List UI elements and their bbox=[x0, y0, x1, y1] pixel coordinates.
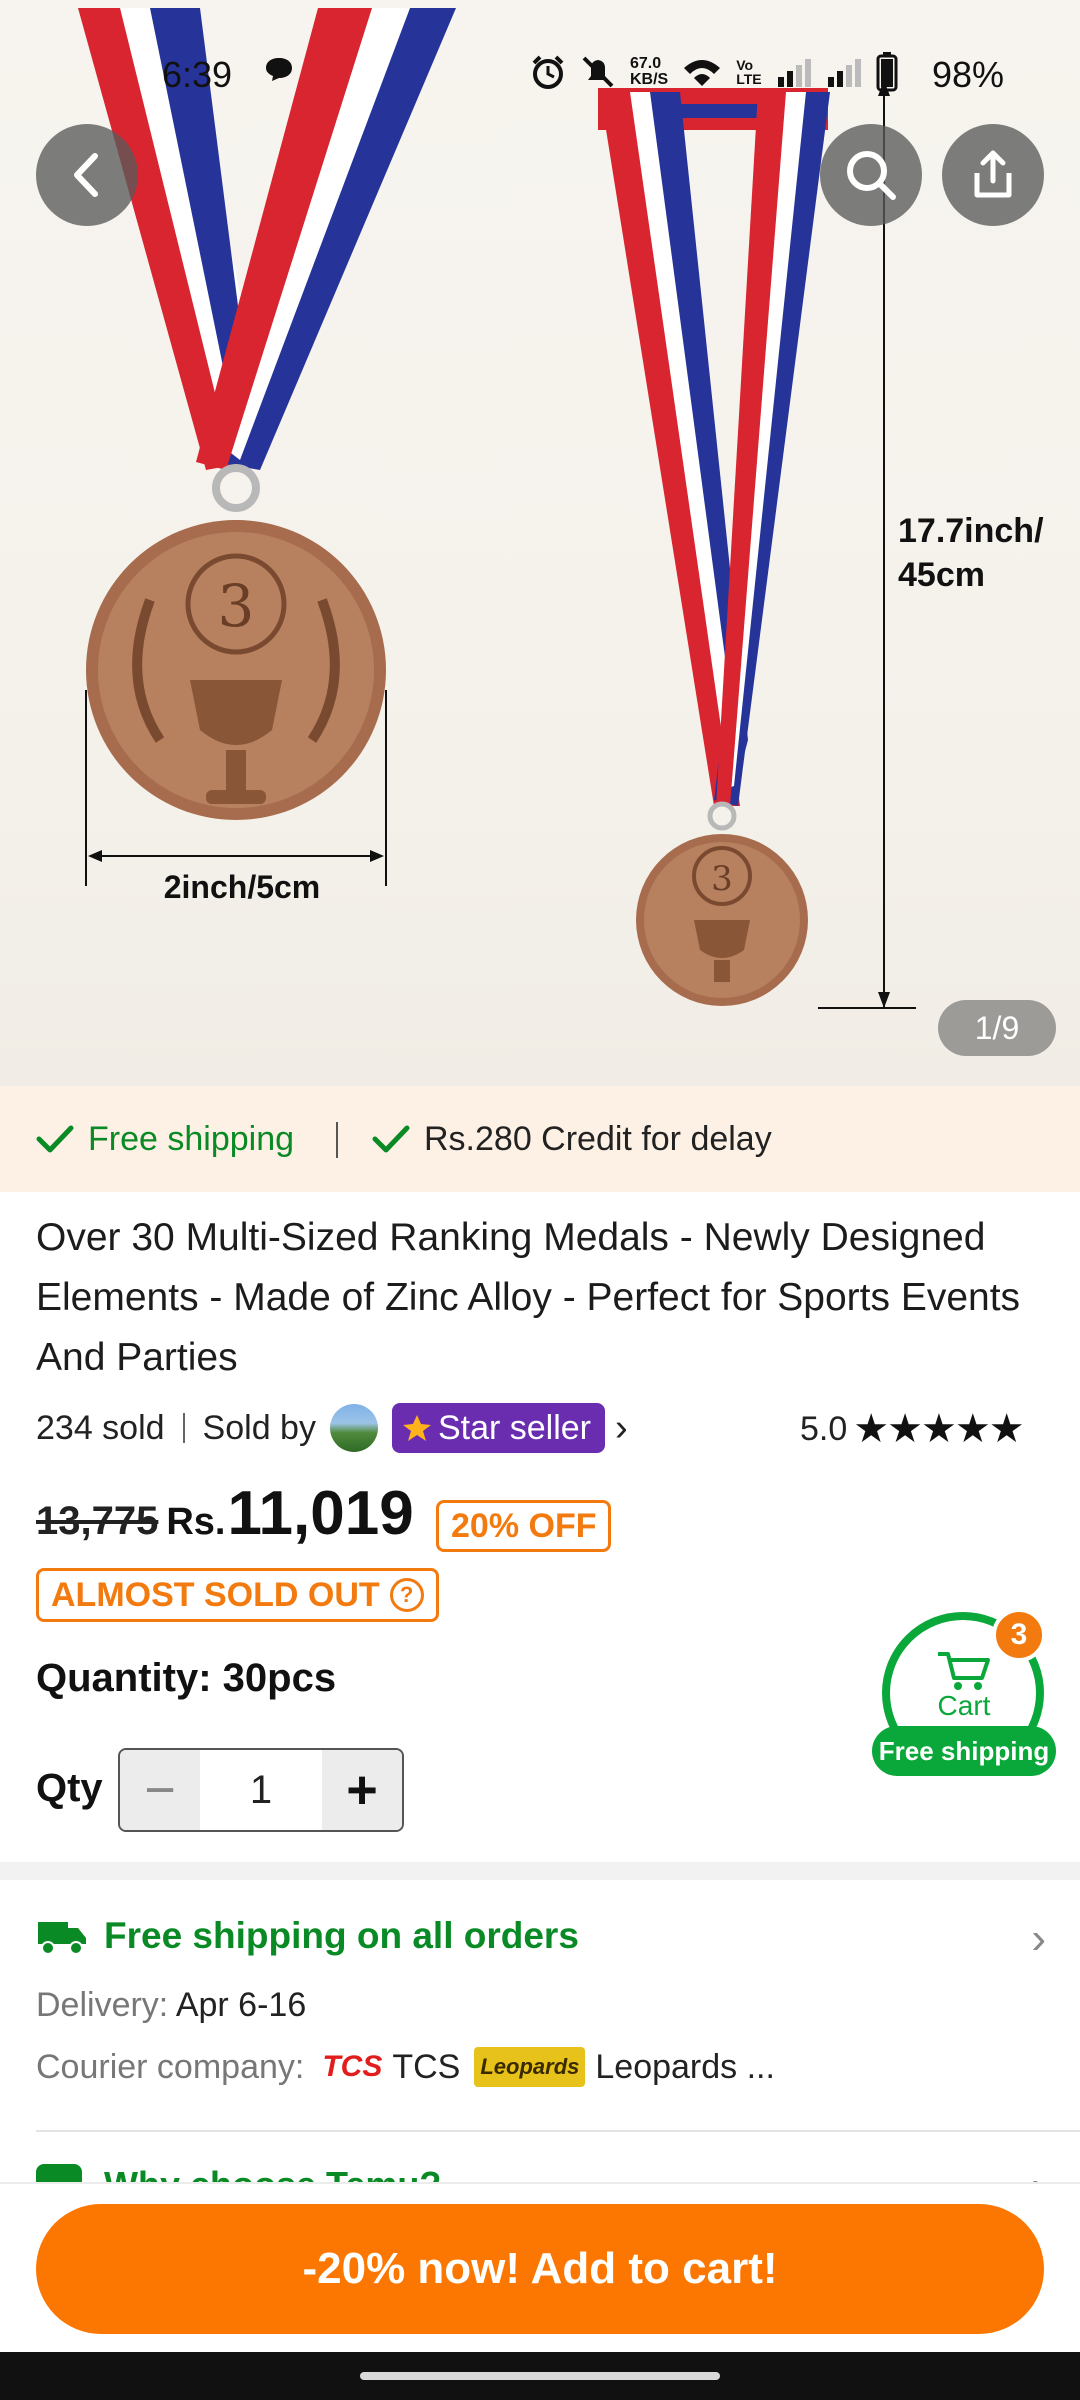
quantity-value[interactable]: 1 bbox=[200, 1750, 322, 1830]
system-navigation-bar bbox=[0, 2352, 1080, 2400]
delay-credit-label: Rs.280 Credit for delay bbox=[424, 1119, 772, 1158]
sold-by-label: Sold by bbox=[202, 1408, 316, 1447]
star-icon bbox=[402, 1415, 431, 1441]
share-icon bbox=[974, 150, 1012, 198]
search-icon bbox=[847, 151, 896, 200]
chat-bubble-icon bbox=[266, 58, 292, 81]
product-rating[interactable]: 5.0 ★★★★★ bbox=[800, 1404, 1025, 1454]
home-gesture-handle[interactable] bbox=[360, 2372, 720, 2380]
free-shipping-all-orders-label: Free shipping on all orders bbox=[104, 1915, 579, 1956]
star-seller-badge[interactable]: Star seller bbox=[391, 1403, 606, 1453]
discount-badge: 20% OFF bbox=[436, 1500, 612, 1552]
height-label-line1: 17.7inch/ bbox=[898, 512, 1044, 550]
why-choose-label: Why choose Temu? bbox=[104, 2164, 441, 2182]
height-label-line2: 45cm bbox=[898, 556, 985, 594]
check-icon bbox=[372, 1125, 410, 1153]
svg-text:3: 3 bbox=[711, 859, 733, 899]
courier-leopards: Leopards ... bbox=[595, 2047, 775, 2086]
shipping-benefits-strip[interactable]: Free shipping Rs.280 Credit for delay bbox=[0, 1086, 1080, 1192]
decrease-quantity-button[interactable]: − bbox=[120, 1750, 200, 1830]
help-icon[interactable]: ? bbox=[389, 1578, 424, 1612]
share-button[interactable] bbox=[942, 124, 1044, 226]
battery-percent: 98% bbox=[932, 54, 1005, 95]
rating-stars: ★★★★★ bbox=[853, 1407, 1024, 1451]
cart-label: Cart bbox=[937, 1690, 991, 1721]
delivery-row: Delivery: Apr 6-16 bbox=[36, 1986, 306, 2025]
free-shipping-all-orders-row[interactable]: Free shipping on all orders › bbox=[36, 1906, 1046, 1966]
why-choose-row[interactable]: Why choose Temu? › bbox=[36, 2158, 1046, 2182]
signal-2-icon bbox=[827, 59, 861, 87]
status-icons: 67.0 KB/S Vo LTE bbox=[530, 50, 898, 94]
network-speed: 67.0 KB/S bbox=[630, 55, 669, 88]
back-button[interactable] bbox=[36, 124, 138, 226]
tcs-logo: TCS bbox=[322, 2050, 383, 2083]
delivery-label: Delivery: bbox=[36, 1986, 169, 2024]
courier-tcs: TCS bbox=[392, 2047, 461, 2086]
almost-sold-out-label: ALMOST SOLD OUT bbox=[51, 1575, 380, 1614]
signal-icon bbox=[777, 59, 811, 87]
search-button[interactable] bbox=[820, 124, 922, 226]
seller-avatar[interactable] bbox=[329, 1404, 378, 1452]
bottom-action-bar: -20% now! Add to cart! bbox=[0, 2182, 1080, 2352]
svg-text:3: 3 bbox=[218, 572, 255, 640]
check-icon bbox=[36, 1125, 74, 1153]
delay-credit-benefit: Rs.280 Credit for delay bbox=[372, 1120, 772, 1159]
chevron-left-icon bbox=[74, 153, 98, 197]
chevron-right-icon: › bbox=[1031, 1914, 1046, 1963]
quantity-stepper[interactable]: − 1 + bbox=[118, 1748, 404, 1832]
alarm-icon bbox=[532, 55, 564, 89]
add-to-cart-button[interactable]: -20% now! Add to cart! bbox=[36, 2204, 1044, 2334]
status-time: 6:39 bbox=[162, 54, 233, 95]
strip-divider bbox=[336, 1122, 338, 1158]
delivery-dates: Apr 6-16 bbox=[175, 1986, 307, 2024]
leopards-logo: Leopards bbox=[474, 2047, 586, 2087]
currency-symbol: Rs. bbox=[166, 1501, 226, 1543]
width-label: 2inch/5cm bbox=[164, 869, 321, 905]
cart-count-badge: 3 bbox=[992, 1608, 1046, 1662]
truck-icon bbox=[38, 1922, 86, 1955]
product-title: Over 30 Multi-Sized Ranking Medals - New… bbox=[36, 1216, 1021, 1379]
courier-row: Courier company: TCS TCS Leopards Leopar… bbox=[36, 2042, 775, 2092]
cart-icon bbox=[938, 1652, 990, 1690]
quantity-pack-label: Quantity: 30pcs bbox=[36, 1656, 337, 1700]
chevron-right-icon: › bbox=[1031, 2162, 1046, 2182]
sold-count: 234 sold bbox=[36, 1408, 165, 1447]
floating-cart-button[interactable]: Cart Free shipping 3 bbox=[872, 1608, 1056, 1778]
sale-price: 11,019 bbox=[227, 1479, 414, 1548]
almost-sold-out-badge[interactable]: ALMOST SOLD OUT ? bbox=[36, 1568, 439, 1622]
rating-value: 5.0 bbox=[800, 1409, 848, 1448]
original-price: 13,775 bbox=[36, 1499, 159, 1543]
wifi-icon bbox=[684, 60, 721, 86]
row-divider bbox=[36, 2130, 1080, 2132]
price-row: 13,775 Rs. 11,019 bbox=[36, 1478, 414, 1570]
qty-label: Qty bbox=[36, 1766, 103, 1810]
section-divider bbox=[0, 1862, 1080, 1880]
status-bar: 6:39 67.0 KB/S Vo LTE 98% bbox=[0, 40, 1080, 104]
meta-divider bbox=[182, 1413, 185, 1443]
product-gallery[interactable]: 3 2inch/5cm 3 17.7inch/ 45cm 6:39 67.0 K… bbox=[0, 0, 1080, 1086]
free-shipping-label: Free shipping bbox=[88, 1119, 295, 1158]
battery-icon bbox=[876, 52, 898, 92]
increase-quantity-button[interactable]: + bbox=[322, 1750, 402, 1830]
free-shipping-benefit: Free shipping bbox=[36, 1120, 294, 1159]
cart-free-shipping-pill: Free shipping bbox=[872, 1726, 1056, 1776]
gallery-page-indicator: 1/9 bbox=[938, 1000, 1056, 1056]
star-seller-label: Star seller bbox=[437, 1408, 592, 1447]
mute-bell-icon bbox=[582, 56, 614, 88]
volte-indicator: Vo LTE bbox=[736, 57, 762, 87]
shield-icon bbox=[36, 2164, 82, 2182]
chevron-right-icon[interactable]: › bbox=[615, 1407, 628, 1450]
courier-label: Courier company: bbox=[36, 2047, 305, 2086]
